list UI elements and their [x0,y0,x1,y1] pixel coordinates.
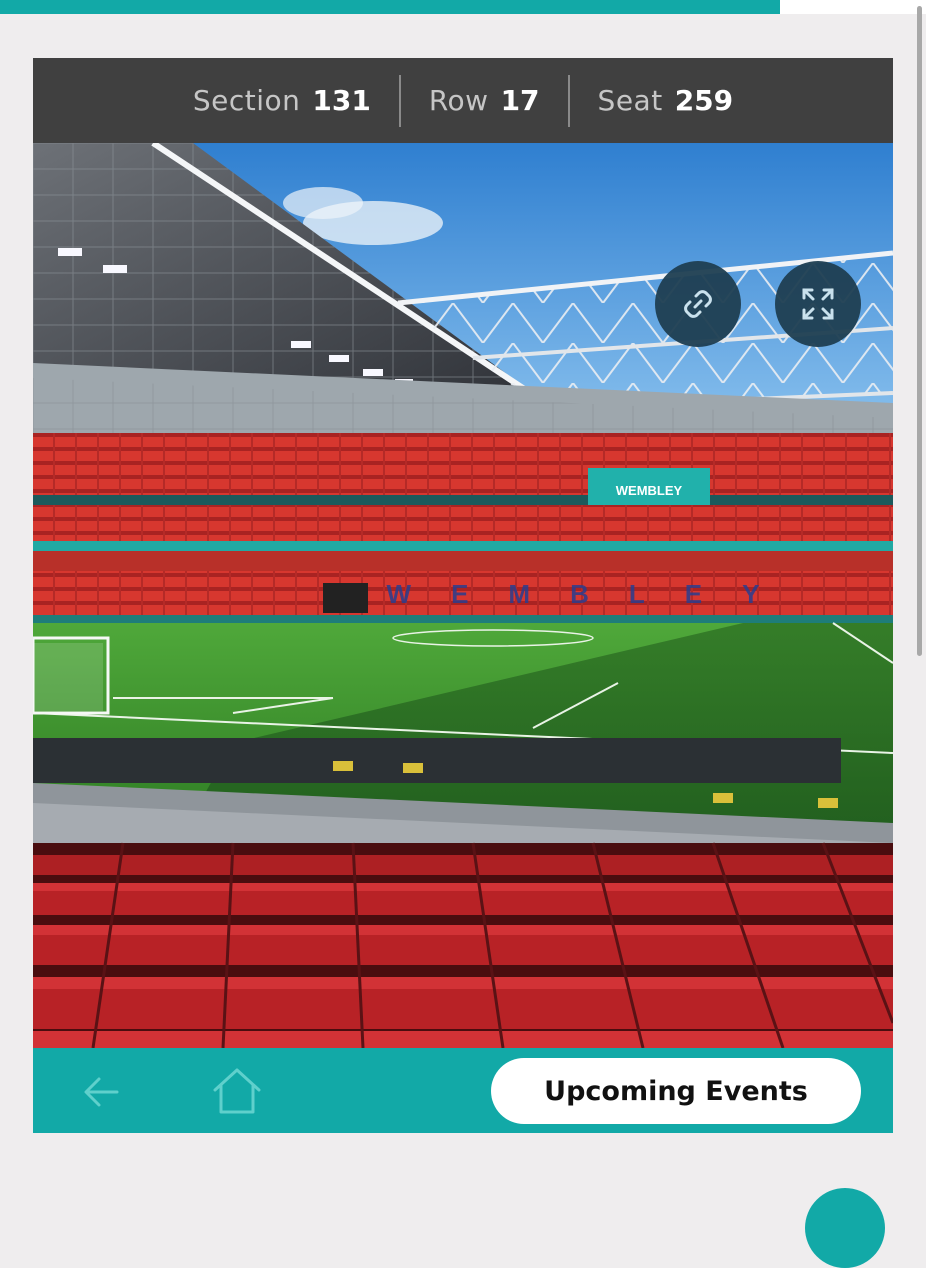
scoreboard-text: WEMBLEY [616,483,683,498]
home-icon [213,1068,261,1114]
share-link-button[interactable] [655,261,741,347]
scrollbar-thumb[interactable] [917,6,922,656]
home-button[interactable] [211,1066,263,1116]
seat-value: 259 [674,84,734,117]
back-button[interactable] [79,1070,123,1114]
row-label: Row [428,84,489,117]
stand-lettering: WEMBLEY [387,579,800,609]
bottom-navigation: Upcoming Events [33,1048,893,1133]
expand-icon [802,288,834,320]
arrow-left-icon [84,1077,119,1107]
seat-info: Seat 259 [570,84,762,117]
top-progress-bar [0,0,780,14]
link-icon [684,290,712,318]
top-bar-remainder [780,0,926,14]
row-info: Row 17 [401,84,568,117]
scrollbar[interactable] [914,0,926,1199]
section-info: Section 131 [165,84,399,117]
row-value: 17 [500,84,540,117]
seat-label: Seat [597,84,663,117]
section-value: 131 [312,84,371,117]
floating-action-button[interactable] [805,1188,885,1268]
fullscreen-button[interactable] [775,261,861,347]
seat-info-header: Section 131 Row 17 Seat 259 [33,58,893,143]
seat-view-card: Section 131 Row 17 Seat 259 WEMBLEY WEMB… [33,58,893,1133]
stadium-view-image[interactable]: WEMBLEY WEMBLEY [33,143,893,1048]
upcoming-events-button[interactable]: Upcoming Events [491,1058,861,1124]
section-label: Section [192,84,301,117]
